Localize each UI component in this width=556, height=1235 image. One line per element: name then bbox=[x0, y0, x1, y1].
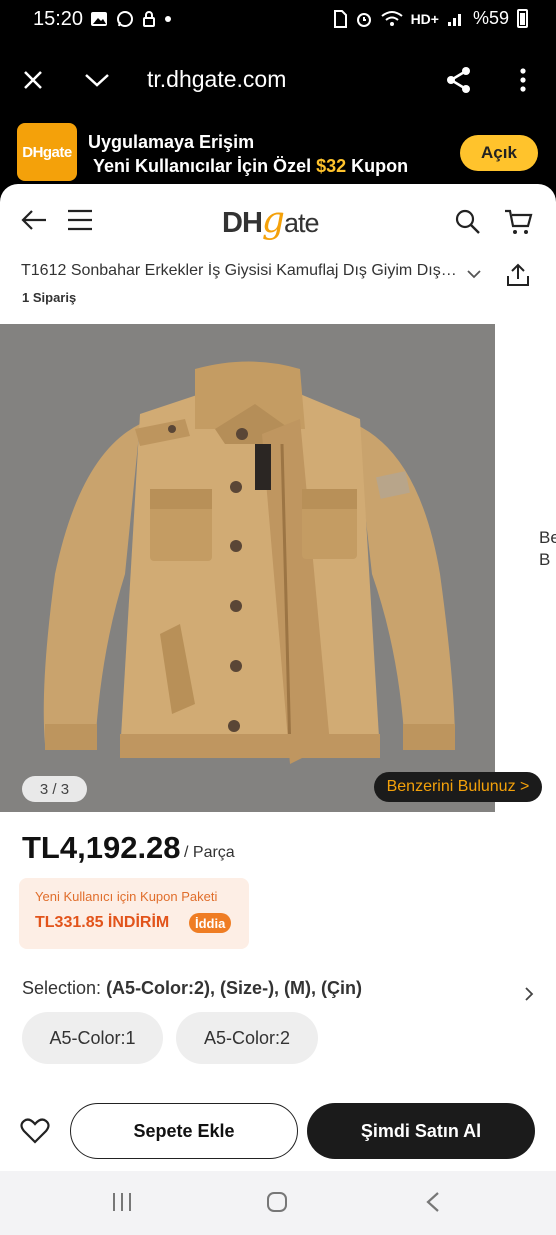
coupon-amount: TL331.85 İNDİRİM bbox=[35, 914, 170, 931]
gallery-icon bbox=[91, 12, 107, 26]
alarm-icon bbox=[356, 12, 371, 27]
back-arrow-icon[interactable] bbox=[20, 208, 48, 237]
product-title[interactable]: T1612 Sonbahar Erkekler İş Giysisi Kamuf… bbox=[21, 262, 461, 280]
url-bar[interactable]: tr.dhgate.com bbox=[147, 66, 286, 93]
banner-coupon-amount: $32 bbox=[316, 156, 347, 176]
next-slide-text: Be B bbox=[539, 527, 556, 571]
home-icon[interactable] bbox=[266, 1191, 288, 1218]
chevron-down-icon[interactable] bbox=[81, 64, 113, 96]
open-app-button[interactable]: Açık bbox=[460, 135, 538, 171]
close-icon[interactable] bbox=[17, 64, 49, 96]
next-slide-line1: Be bbox=[539, 528, 556, 547]
status-time: 15:20 bbox=[33, 8, 84, 30]
chevron-right-icon[interactable] bbox=[524, 986, 534, 1007]
buy-now-button[interactable]: Şimdi Satın Al bbox=[307, 1103, 535, 1159]
recent-apps-icon[interactable] bbox=[111, 1191, 133, 1218]
battery-percent: %59 bbox=[472, 8, 509, 28]
product-price: TL4,192.28 bbox=[22, 830, 181, 865]
variant-option[interactable]: A5-Color:1 bbox=[22, 1012, 163, 1064]
status-right: HD+ %59 bbox=[333, 8, 528, 29]
more-options-icon[interactable] bbox=[507, 64, 539, 96]
logo-g: g bbox=[261, 200, 285, 241]
coupon-package[interactable]: Yeni Kullanıcı için Kupon Paketi TL331.8… bbox=[19, 878, 249, 949]
banner-title: Uygulamaya Erişim bbox=[88, 132, 255, 152]
share-icon[interactable] bbox=[443, 64, 475, 96]
app-download-banner: DHgate Uygulamaya Erişim Yeni Kullanıcıl… bbox=[0, 118, 556, 190]
banner-subtitle: Yeni Kullanıcılar İçin Özel $32 Kupon bbox=[93, 156, 408, 177]
banner-subtitle-pre: Yeni Kullanıcılar İçin Özel bbox=[93, 156, 317, 176]
back-icon[interactable] bbox=[425, 1191, 441, 1218]
search-icon[interactable] bbox=[454, 208, 482, 241]
system-navigation-bar bbox=[0, 1171, 556, 1235]
selection-value: (A5-Color:2), (Size-), (M), (Çin) bbox=[106, 978, 363, 998]
variant-option[interactable]: A5-Color:2 bbox=[176, 1012, 318, 1064]
product-page: DHgate T1612 Sonbahar Erkekler İş Giysis… bbox=[0, 184, 556, 1171]
banner-subtitle-post: Kupon bbox=[346, 156, 409, 176]
chevron-down-icon[interactable] bbox=[466, 266, 482, 284]
cart-icon[interactable] bbox=[504, 208, 534, 241]
sim-icon bbox=[333, 9, 347, 28]
order-count: 1 Sipariş bbox=[22, 290, 77, 305]
menu-icon[interactable] bbox=[66, 208, 94, 237]
heart-icon[interactable] bbox=[20, 1117, 50, 1150]
next-slide-line2: B bbox=[539, 550, 551, 569]
notification-icons bbox=[90, 10, 172, 28]
whatsapp-icon bbox=[117, 11, 133, 27]
signal-icon bbox=[447, 13, 461, 26]
battery-icon bbox=[517, 9, 528, 28]
jacket-image bbox=[0, 324, 495, 812]
image-counter: 3 / 3 bbox=[22, 776, 87, 802]
dhgate-logo[interactable]: DHgate bbox=[222, 200, 320, 241]
wifi-icon bbox=[380, 10, 403, 26]
network-type: HD+ bbox=[410, 10, 439, 27]
price-unit: / Parça bbox=[184, 844, 235, 861]
status-bar: 15:20 HD+ %59 bbox=[0, 0, 556, 42]
product-image-gallery[interactable] bbox=[0, 324, 495, 812]
browser-toolbar: tr.dhgate.com bbox=[0, 42, 556, 118]
add-to-cart-button[interactable]: Sepete Ekle bbox=[70, 1103, 298, 1159]
logo-ate: ate bbox=[283, 208, 320, 238]
dot-icon bbox=[165, 16, 171, 22]
logo-dh: DH bbox=[222, 207, 263, 239]
selection-summary[interactable]: Selection: (A5-Color:2), (Size-), (M), (… bbox=[22, 978, 362, 999]
lock-icon bbox=[143, 11, 155, 27]
app-logo: DHgate bbox=[17, 123, 77, 181]
coupon-label: Yeni Kullanıcı için Kupon Paketi bbox=[35, 889, 218, 904]
share-upload-icon[interactable] bbox=[505, 262, 531, 293]
claim-badge[interactable]: İddia bbox=[189, 913, 232, 933]
find-similar-button[interactable]: Benzerini Bulunuz > bbox=[374, 772, 542, 802]
bottom-action-bar: Sepete Ekle Şimdi Satın Al bbox=[0, 1101, 556, 1171]
selection-label: Selection: bbox=[22, 978, 107, 998]
